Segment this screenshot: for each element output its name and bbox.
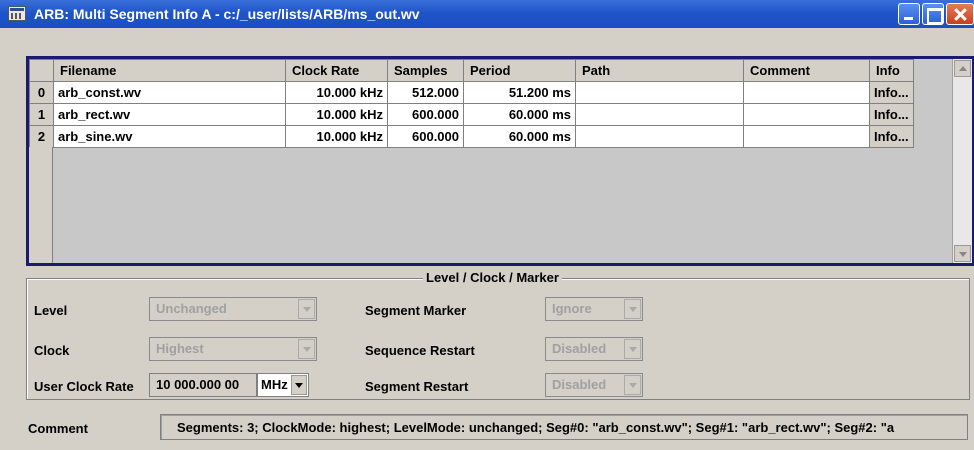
col-header-comment[interactable]: Comment [743,59,870,82]
chevron-down-icon[interactable] [298,339,315,359]
window-title: ARB: Multi Segment Info A - c:/_user/lis… [34,6,420,22]
scroll-up-icon[interactable] [954,60,971,77]
table-row[interactable]: 0 arb_const.wv 10.000 kHz 512.000 51.200… [29,81,914,104]
cell-filename[interactable]: arb_sine.wv [53,125,286,148]
col-header-clock-rate[interactable]: Clock Rate [285,59,388,82]
cell-path[interactable] [575,103,744,126]
comment-field[interactable]: Segments: 3; ClockMode: highest; LevelMo… [160,414,968,440]
cell-samples: 512.000 [387,81,464,104]
maximize-icon[interactable] [922,3,944,25]
segment-marker-select[interactable]: Ignore [545,297,643,321]
row-index: 1 [29,103,54,126]
sequence-restart-value: Disabled [552,341,607,356]
clock-label: Clock [34,343,70,358]
table-scrollbar[interactable] [952,59,972,263]
segment-table: Filename Clock Rate Samples Period Path … [29,59,914,148]
row-index: 2 [29,125,54,148]
user-clock-rate-label: User Clock Rate [34,379,134,394]
col-header-path[interactable]: Path [575,59,744,82]
table-header-row: Filename Clock Rate Samples Period Path … [29,59,914,82]
segment-table-frame: Filename Clock Rate Samples Period Path … [26,56,974,266]
cell-period: 51.200 ms [463,81,576,104]
table-corner [29,59,54,82]
clock-value: Highest [156,341,204,356]
cell-path[interactable] [575,125,744,148]
cell-period: 60.000 ms [463,103,576,126]
col-header-filename[interactable]: Filename [53,59,286,82]
level-select[interactable]: Unchanged [149,297,317,321]
segment-restart-value: Disabled [552,377,607,392]
cell-filename[interactable]: arb_const.wv [53,81,286,104]
user-clock-unit-select[interactable]: MHz [257,373,309,397]
info-button[interactable]: Info... [869,125,914,148]
row-header-empty [29,147,53,263]
user-clock-unit-value: MHz [261,377,288,392]
cell-clock-rate: 10.000 kHz [285,103,388,126]
minimize-icon[interactable] [898,3,920,25]
level-label: Level [34,303,68,318]
sequence-restart-label: Sequence Restart [365,343,475,358]
cell-comment[interactable] [743,125,870,148]
clock-select[interactable]: Highest [149,337,317,361]
scroll-down-icon[interactable] [954,245,971,262]
chevron-down-icon[interactable] [624,339,641,359]
segment-marker-label: Segment Marker [365,303,467,318]
level-clock-marker-group: Level / Clock / Marker Level Unchanged C… [26,270,970,400]
cell-path[interactable] [575,81,744,104]
chevron-down-icon[interactable] [624,299,641,319]
chevron-down-icon[interactable] [291,375,307,395]
table-row[interactable]: 2 arb_sine.wv 10.000 kHz 600.000 60.000 … [29,125,914,148]
col-header-samples[interactable]: Samples [387,59,464,82]
cell-clock-rate: 10.000 kHz [285,125,388,148]
cell-samples: 600.000 [387,103,464,126]
level-value: Unchanged [156,301,227,316]
cell-clock-rate: 10.000 kHz [285,81,388,104]
group-title: Level / Clock / Marker [423,270,562,285]
sequence-restart-select[interactable]: Disabled [545,337,643,361]
col-header-period[interactable]: Period [463,59,576,82]
app-icon [8,6,26,21]
info-button[interactable]: Info... [869,81,914,104]
col-header-info[interactable]: Info [869,59,914,82]
chevron-down-icon[interactable] [298,299,315,319]
close-icon[interactable] [946,3,974,25]
segment-restart-label: Segment Restart [365,379,469,394]
cell-comment[interactable] [743,103,870,126]
table-row[interactable]: 1 arb_rect.wv 10.000 kHz 600.000 60.000 … [29,103,914,126]
cell-period: 60.000 ms [463,125,576,148]
multi-segment-info-window: ARB: Multi Segment Info A - c:/_user/lis… [0,0,974,450]
segment-marker-value: Ignore [552,301,592,316]
title-bar[interactable]: ARB: Multi Segment Info A - c:/_user/lis… [0,0,974,28]
cell-comment[interactable] [743,81,870,104]
info-button[interactable]: Info... [869,103,914,126]
row-index: 0 [29,81,54,104]
segment-restart-select[interactable]: Disabled [545,373,643,397]
comment-label: Comment [28,421,88,436]
user-clock-rate-input[interactable]: 10 000.000 00 [149,373,257,397]
cell-filename[interactable]: arb_rect.wv [53,103,286,126]
chevron-down-icon[interactable] [624,375,641,395]
cell-samples: 600.000 [387,125,464,148]
